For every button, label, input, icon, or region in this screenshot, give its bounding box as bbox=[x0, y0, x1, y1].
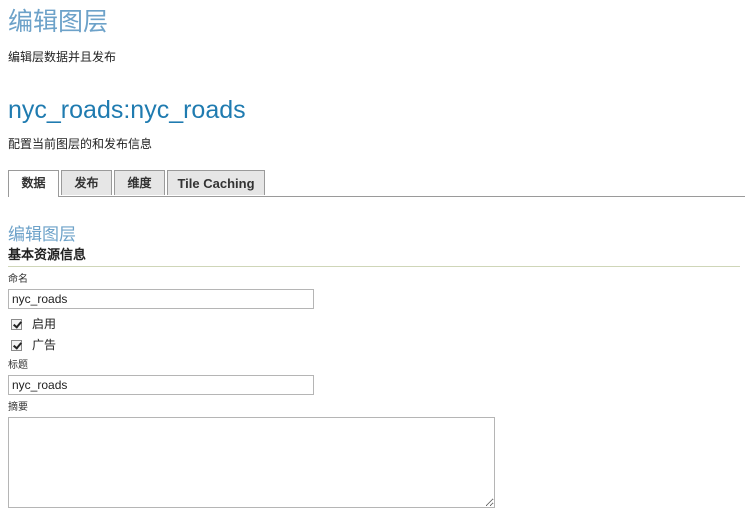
layer-name-heading: nyc_roads:nyc_roads bbox=[8, 96, 246, 124]
layer-description: 配置当前图层的和发布信息 bbox=[8, 137, 153, 151]
enabled-row: 启用 bbox=[11, 317, 56, 331]
tab-data[interactable]: 数据 bbox=[8, 170, 59, 197]
page-description: 编辑层数据并且发布 bbox=[8, 50, 117, 64]
tab-dimensions[interactable]: 维度 bbox=[114, 170, 165, 195]
advertised-label: 广告 bbox=[32, 338, 57, 352]
section-subtitle: 基本资源信息 bbox=[8, 247, 740, 267]
tab-publishing[interactable]: 发布 bbox=[61, 170, 112, 195]
page-title: 编辑图层 bbox=[8, 7, 109, 36]
tab-bar: 数据 发布 维度 Tile Caching bbox=[8, 170, 745, 197]
enabled-label: 启用 bbox=[32, 317, 57, 331]
abstract-textarea[interactable] bbox=[8, 417, 495, 508]
title-input[interactable] bbox=[8, 375, 314, 395]
advertised-checkbox[interactable] bbox=[11, 339, 22, 351]
name-input[interactable] bbox=[8, 289, 314, 309]
tab-tile-caching[interactable]: Tile Caching bbox=[167, 170, 265, 195]
enabled-checkbox[interactable] bbox=[11, 318, 22, 330]
name-label: 命名 bbox=[8, 274, 28, 285]
advertised-row: 广告 bbox=[11, 338, 56, 352]
abstract-label: 摘要 bbox=[8, 402, 28, 413]
title-label: 标题 bbox=[8, 360, 28, 371]
section-title: 编辑图层 bbox=[8, 225, 76, 245]
